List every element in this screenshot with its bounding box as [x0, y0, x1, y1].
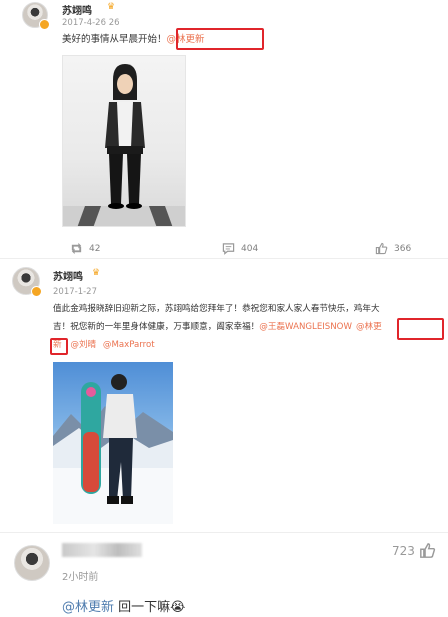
comment-time: 2小时前 [62, 572, 99, 583]
comment-icon [222, 243, 235, 255]
comment-count: 404 [241, 243, 259, 254]
mention-highlight-2 [50, 338, 68, 355]
repost-icon [71, 242, 82, 255]
repost-count: 42 [89, 243, 101, 254]
mention-highlight-1 [397, 318, 444, 340]
comment-text: @林更新 回一下嘛😭 [62, 596, 185, 615]
post-text-body-2: 吉！祝您新的一年里身体健康，万事顺意，阖家幸福！ [53, 322, 260, 332]
repost-button[interactable]: 42 [70, 242, 100, 255]
post-text-line-1: 值此金鸡报晓辞旧迎新之际，苏翊鸣给您拜年了！恭祝您和家人家人春节快乐，鸡年大 [53, 304, 380, 314]
post-text-body: 美好的事情从早晨开始！ [62, 34, 167, 45]
mention-link-wang[interactable]: @王磊WANGLEISNOW [259, 322, 352, 332]
mention-link-lin-part1[interactable]: @林更 [356, 322, 382, 332]
snowboard-illustration [53, 374, 173, 524]
post-text-line-3: 新 @刘晴 @MaxParrot [53, 336, 155, 354]
commenter-avatar[interactable] [14, 545, 50, 581]
comment-like-count: 723 [392, 543, 415, 558]
commenter-name-blurred[interactable] [62, 543, 142, 557]
verified-badge-icon [31, 286, 42, 297]
post-divider [0, 258, 448, 259]
verified-badge-icon [39, 19, 50, 30]
mention-highlight [176, 28, 264, 50]
crying-emoji-icon: 😭 [170, 600, 186, 615]
comment-button[interactable]: 404 [222, 242, 258, 255]
crown-icon: ♛ [92, 268, 101, 278]
like-icon [419, 543, 436, 558]
comment-mention-link[interactable]: @林更新 [62, 600, 114, 615]
mention-link-max[interactable]: @MaxParrot [103, 340, 155, 350]
author-name[interactable]: 苏翊鸣 [62, 2, 92, 17]
post-text-line-2: 吉！祝您新的一年里身体健康，万事顺意，阖家幸福！@王磊WANGLEISNOW @林… [53, 318, 382, 336]
person-illustration [63, 64, 185, 226]
post-photo[interactable] [62, 55, 186, 227]
comment-body: 回一下嘛 [114, 600, 171, 615]
like-count: 366 [394, 243, 412, 254]
like-button[interactable]: 366 [375, 242, 411, 255]
crown-icon: ♛ [107, 2, 116, 12]
post-divider-2 [0, 532, 448, 533]
post-photo-2[interactable] [53, 362, 173, 524]
author-name-2[interactable]: 苏翊鸣 [53, 268, 83, 283]
post-time: 2017-4-26 26 [62, 18, 120, 28]
mention-link-liu[interactable]: @刘晴 [70, 340, 96, 350]
post-time-2: 2017-1-27 [53, 287, 97, 297]
comment-like-button[interactable]: 723 [392, 542, 436, 559]
like-icon [375, 242, 388, 255]
